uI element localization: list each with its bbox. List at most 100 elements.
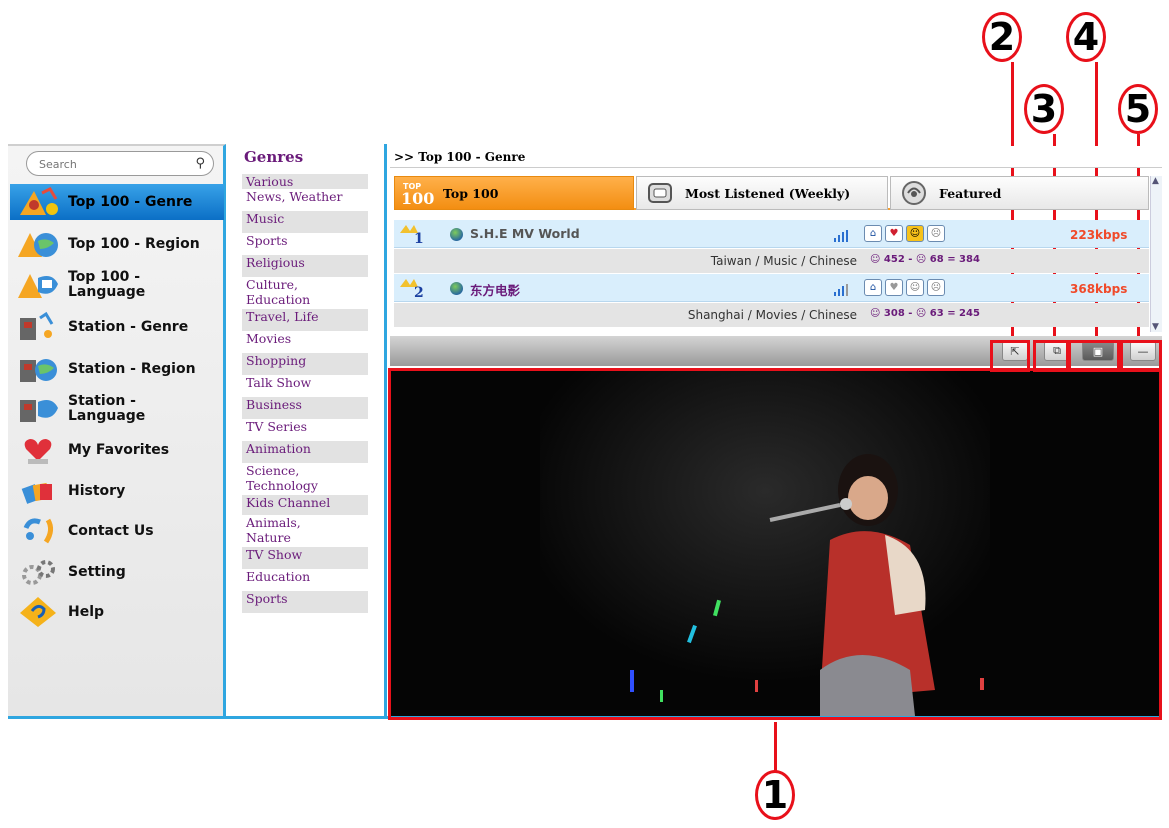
signal-icon (834, 281, 848, 296)
sidebar-item-station-language[interactable]: Station - Language (10, 390, 224, 428)
like-icon[interactable]: ☺ (906, 279, 924, 296)
tab-label: Featured (939, 185, 1002, 201)
station-list-scrollbar[interactable]: ▲ ▼ (1150, 176, 1162, 332)
callout-1-line (774, 722, 777, 772)
globe-icon (450, 228, 463, 241)
scroll-up-icon[interactable]: ▲ (1152, 176, 1159, 186)
featured-icon (897, 180, 931, 206)
home-icon[interactable]: ⌂ (864, 225, 882, 242)
sidebar-item-station-region[interactable]: Station - Region (10, 350, 224, 388)
sidebar-item-label: Help (68, 603, 105, 620)
svg-text:2: 2 (414, 285, 424, 299)
sidebar-item-label: My Favorites (68, 441, 170, 458)
genre-item[interactable]: TV Show (242, 547, 368, 569)
home-icon[interactable]: ⌂ (864, 279, 882, 296)
favorite-heart-icon[interactable]: ♥ (885, 279, 903, 296)
top100-language-icon (16, 268, 60, 302)
svg-text:100: 100 (401, 189, 434, 206)
signal-icon (834, 227, 848, 242)
sidebar-item-label: Top 100 - Language (68, 269, 146, 300)
sidebar-item-top100-language[interactable]: Top 100 - Language (10, 266, 224, 304)
station-actions: ⌂ ♥ ☺ ☹ (864, 225, 945, 242)
genre-item[interactable]: News, Weather (242, 189, 368, 211)
highlight-video-area (388, 368, 1162, 720)
highlight-fullscreen-button (990, 340, 1030, 372)
bitrate-label: 223kbps (1070, 228, 1128, 242)
genre-item[interactable]: Talk Show (242, 375, 368, 397)
contact-icon (16, 514, 60, 548)
genre-item[interactable]: Animals, Nature (242, 515, 368, 547)
genre-item[interactable]: Various (242, 174, 368, 189)
highlight-popout-button (1033, 340, 1069, 372)
top100-region-icon (16, 227, 60, 261)
station-list: 1 S.H.E MV World ⌂ ♥ ☺ ☹ 223kbps Taiwan … (394, 212, 1149, 332)
genre-item[interactable]: Religious (242, 255, 368, 277)
tab-label: Top 100 (443, 185, 499, 201)
dislike-icon[interactable]: ☹ (927, 225, 945, 242)
station-details: Taiwan / Music / Chinese ☺ 452 - ☹ 68 = … (394, 249, 1149, 273)
sidebar-item-contact-us[interactable]: Contact Us (10, 512, 224, 550)
help-icon (16, 595, 60, 629)
search-input[interactable] (39, 155, 189, 173)
sidebar-item-my-favorites[interactable]: My Favorites (10, 431, 224, 469)
sidebar-item-top100-region[interactable]: Top 100 - Region (10, 225, 224, 263)
genre-item[interactable]: Sports (242, 591, 368, 613)
breadcrumb: >> Top 100 - Genre (390, 146, 1162, 168)
callout-2: 2 (982, 12, 1022, 62)
sidebar: ⚲ Top 100 - Genre Top 100 - Region Top 1… (8, 144, 226, 716)
tab-top100[interactable]: TOP 100 Top 100 (394, 176, 634, 210)
station-name[interactable]: S.H.E MV World (470, 226, 580, 241)
tab-most-listened[interactable]: Most Listened (Weekly) (636, 176, 888, 210)
station-name[interactable]: 东方电影 (470, 280, 520, 299)
sidebar-item-history[interactable]: History (10, 472, 224, 510)
search-box[interactable]: ⚲ (26, 151, 214, 176)
sidebar-item-label: Contact Us (68, 522, 154, 539)
station-row[interactable]: 1 S.H.E MV World ⌂ ♥ ☺ ☹ 223kbps (394, 220, 1149, 248)
genre-item[interactable]: Business (242, 397, 368, 419)
station-row[interactable]: 2 东方电影 ⌂ ♥ ☺ ☹ 368kbps (394, 274, 1149, 302)
rank-crown-icon: 2 (398, 277, 428, 301)
highlight-video-mode-button (1068, 340, 1120, 372)
search-icon[interactable]: ⚲ (195, 156, 205, 171)
station-location: Taiwan / Music / Chinese (710, 254, 857, 268)
genre-item[interactable]: Education (242, 569, 368, 591)
callout-5: 5 (1118, 84, 1158, 134)
sidebar-item-top100-genre[interactable]: Top 100 - Genre (10, 184, 224, 220)
dislike-icon[interactable]: ☹ (927, 279, 945, 296)
genre-item[interactable]: TV Series (242, 419, 368, 441)
sidebar-item-label: Setting (68, 563, 126, 580)
top100-badge-icon: TOP 100 (401, 180, 435, 206)
station-language-icon (16, 392, 60, 426)
genre-item[interactable]: Music (242, 211, 368, 233)
genre-item[interactable]: Movies (242, 331, 368, 353)
globe-icon (450, 282, 463, 295)
genre-item[interactable]: Culture, Education (242, 277, 368, 309)
station-actions: ⌂ ♥ ☺ ☹ (864, 279, 945, 296)
genre-item[interactable]: Science, Technology (242, 463, 368, 495)
gear-icon (16, 555, 60, 589)
scroll-down-icon[interactable]: ▼ (1152, 322, 1159, 332)
svg-text:1: 1 (414, 231, 424, 245)
genre-item[interactable]: Animation (242, 441, 368, 463)
tab-featured[interactable]: Featured (890, 176, 1149, 210)
highlight-minimize-button (1120, 340, 1162, 372)
genre-item[interactable]: Kids Channel (242, 495, 368, 515)
rank-crown-icon: 1 (398, 223, 428, 247)
sidebar-item-label: Station - Region (68, 360, 196, 377)
sidebar-item-label: Top 100 - Region (68, 235, 200, 252)
sidebar-item-help[interactable]: Help (10, 593, 224, 631)
callout-3: 3 (1024, 84, 1064, 134)
callout-4: 4 (1066, 12, 1106, 62)
genre-item[interactable]: Sports (242, 233, 368, 255)
genre-panel: Genres Various News, Weather Music Sport… (232, 144, 387, 716)
station-votes: ☺ 308 - ☹ 63 = 245 (870, 308, 980, 319)
tv-icon (643, 180, 677, 206)
sidebar-item-label: Top 100 - Genre (68, 193, 193, 210)
like-icon[interactable]: ☺ (906, 225, 924, 242)
genre-item[interactable]: Travel, Life (242, 309, 368, 331)
tab-label: Most Listened (Weekly) (685, 185, 851, 201)
genre-item[interactable]: Shopping (242, 353, 368, 375)
sidebar-item-station-genre[interactable]: Station - Genre (10, 308, 224, 346)
favorite-heart-icon[interactable]: ♥ (885, 225, 903, 242)
sidebar-item-setting[interactable]: Setting (10, 553, 224, 591)
